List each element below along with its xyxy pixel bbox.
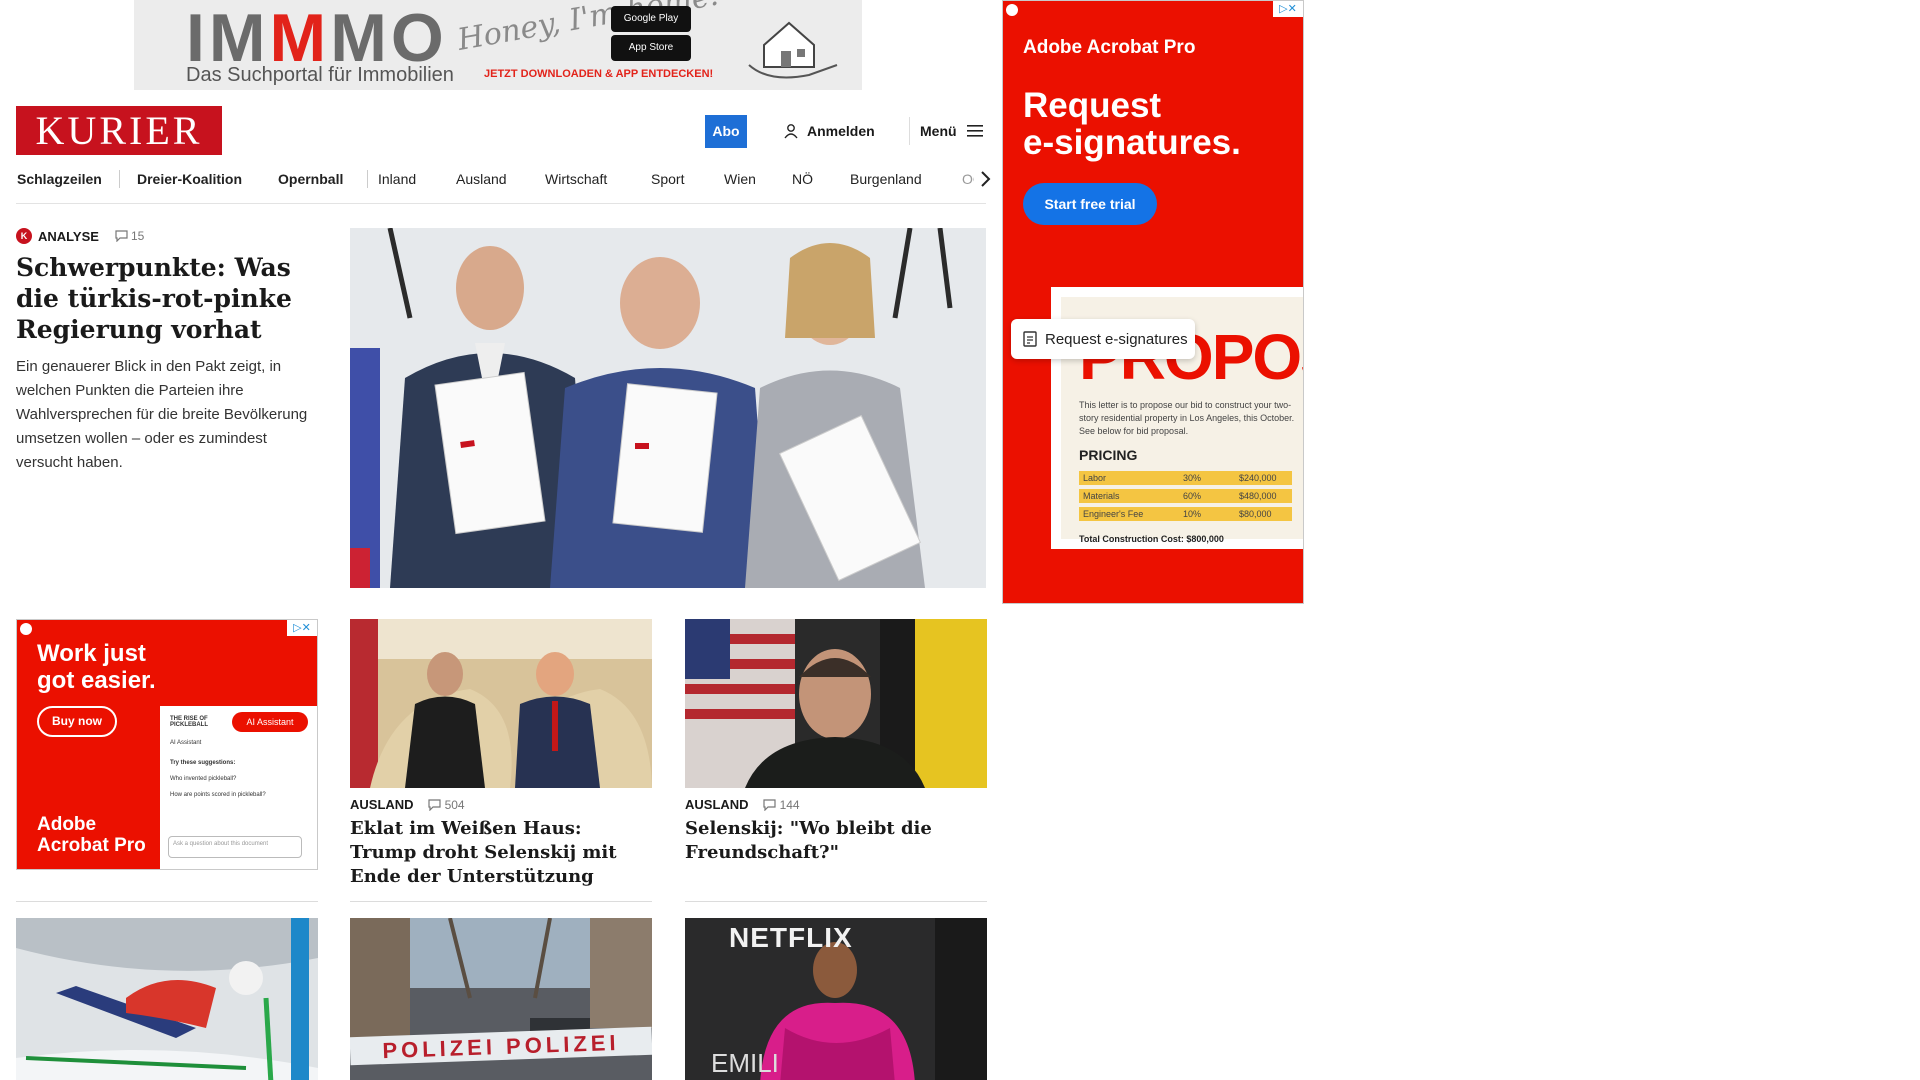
house-in-hand-icon xyxy=(748,21,838,79)
ad-info-icon[interactable] xyxy=(20,623,32,635)
lead-teaser: Ein genauerer Blick in den Pakt zeigt, i… xyxy=(16,358,308,471)
comment-icon xyxy=(427,798,441,811)
document-sign-icon xyxy=(1023,331,1037,347)
immmo-banner-ad[interactable]: IMMMO Das Suchportal für Immobilien Hone… xyxy=(134,0,862,90)
lead-kicker-label: ANALYSE xyxy=(38,228,99,244)
menu-button[interactable]: Menü xyxy=(920,120,983,142)
comment-count-value: 504 xyxy=(444,797,465,812)
article-photo-oval-office xyxy=(350,619,652,788)
comment-count[interactable]: 144 xyxy=(762,797,800,812)
netflix-logo-text: NETFLIX xyxy=(729,922,853,953)
article-kicker: AUSLAND xyxy=(350,797,414,812)
adchoices-close-icon[interactable]: ▷✕ xyxy=(287,620,317,636)
kurier-logo[interactable]: KURIER xyxy=(16,106,222,155)
user-icon xyxy=(784,124,798,139)
adchoices-close-icon[interactable]: ▷✕ xyxy=(1273,1,1303,17)
article-card-trump-selenskij[interactable]: AUSLAND 504 Eklat im Weißen Haus: Trump … xyxy=(350,619,652,889)
app-store-badge[interactable]: App Store xyxy=(611,35,691,61)
lead-photo-signing[interactable] xyxy=(350,228,986,588)
adobe-acrobat-brand: Adobe Acrobat Pro xyxy=(1023,37,1196,58)
ad-right-headline: Request e-signatures. xyxy=(1023,86,1241,162)
request-esignatures-chip: Request e-signatures xyxy=(1011,319,1195,359)
menu-label: Menü xyxy=(920,123,957,139)
nav-item-opernball[interactable]: Opernball xyxy=(278,168,343,190)
article-headline[interactable]: Selenskij: "Wo bleibt die Freundschaft?" xyxy=(685,817,987,865)
pricing-heading: PRICING xyxy=(1079,447,1138,463)
ai-assistant-panel: THE RISE OF PICKLEBALL AI Assistant AI A… xyxy=(160,706,317,869)
login-button[interactable]: Anmelden xyxy=(783,120,875,142)
nav-item-burgenland[interactable]: Burgenland xyxy=(850,168,922,190)
nav-item-dreier-koalition[interactable]: Dreier-Koalition xyxy=(137,168,242,190)
nav-item-inland[interactable]: Inland xyxy=(378,168,416,190)
nav-item-schlagzeilen[interactable]: Schlagzeilen xyxy=(17,168,102,190)
ad-info-icon[interactable] xyxy=(1006,4,1018,16)
lead-kicker: K ANALYSE 15 xyxy=(16,228,316,244)
article-photo-police-tape[interactable]: POLIZEI POLIZEI xyxy=(350,918,652,1080)
nav-item-noe[interactable]: NÖ xyxy=(792,168,813,190)
header-divider xyxy=(909,117,910,145)
comment-count-value: 15 xyxy=(130,229,145,243)
nav-item-sport[interactable]: Sport xyxy=(651,168,684,190)
comment-count[interactable]: 15 xyxy=(115,229,144,243)
abo-button[interactable]: Abo xyxy=(705,115,747,148)
proposal-paragraph: This letter is to propose our bid to con… xyxy=(1079,400,1295,436)
article-card-selenskij[interactable]: AUSLAND 144 Selenskij: "Wo bleibt die Fr… xyxy=(685,619,987,865)
start-free-trial-button[interactable]: Start free trial xyxy=(1023,183,1157,225)
nav-item-wirtschaft[interactable]: Wirtschaft xyxy=(545,168,607,190)
pricing-row: Engineer's Fee 10% $80,000 xyxy=(1079,507,1292,521)
row-divider xyxy=(350,901,652,902)
backdrop-text: EMILI xyxy=(711,1048,779,1078)
ad-small-headline: Work just got easier. xyxy=(37,640,156,694)
nav-item-wien[interactable]: Wien xyxy=(724,168,756,190)
nav-item-ooe[interactable]: OÖ xyxy=(962,168,974,190)
row-divider xyxy=(16,901,318,902)
comment-count-value: 144 xyxy=(779,797,800,812)
article-meta: AUSLAND 504 xyxy=(350,797,652,812)
article-photo-ski-racer[interactable] xyxy=(16,918,318,1080)
adobe-acrobat-ad-skyscraper[interactable]: ▷✕ Adobe Acrobat Pro Request e-signatures… xyxy=(1002,0,1304,604)
lead-headline[interactable]: Schwerpunkte: Was die türkis-rot-pinke R… xyxy=(16,252,316,345)
login-label: Anmelden xyxy=(807,123,875,139)
ai-assistant-pill: AI Assistant xyxy=(232,712,308,732)
article-meta: AUSLAND 144 xyxy=(685,797,987,812)
comment-icon xyxy=(762,798,776,811)
article-photo-selenskij xyxy=(685,619,987,788)
pricing-row: Materials 60% $480,000 xyxy=(1079,489,1292,503)
article-headline[interactable]: Eklat im Weißen Haus: Trump droht Selens… xyxy=(350,817,652,889)
immmo-tagline: Das Suchportal für Immobilien xyxy=(186,64,454,86)
article-photo-netflix-premiere[interactable]: NETFLIX EMILI xyxy=(685,918,987,1080)
hamburger-icon xyxy=(966,125,983,137)
lead-photo-illustration xyxy=(350,228,986,588)
nav-separator xyxy=(119,170,120,188)
google-play-badge[interactable]: Google Play xyxy=(611,6,691,32)
adobe-acrobat-ad-small[interactable]: ▷✕ Work just got easier. Buy now Adobe Acr… xyxy=(16,619,318,870)
esig-label: Request e-signatures xyxy=(1045,330,1188,348)
comment-icon xyxy=(115,230,128,242)
lead-story[interactable]: K ANALYSE 15 Schwerpunkte: Was die türki… xyxy=(16,228,316,475)
section-nav: Schlagzeilen Dreier-Koalition Opernball … xyxy=(16,168,991,204)
pricing-total: Total Construction Cost: $800,000 xyxy=(1079,534,1224,544)
adobe-acrobat-brand: Adobe Acrobat Pro xyxy=(37,814,146,856)
nav-item-ausland[interactable]: Ausland xyxy=(456,168,507,190)
nav-separator xyxy=(367,170,368,188)
article-kicker: AUSLAND xyxy=(685,797,749,812)
chevron-right-icon[interactable] xyxy=(974,168,996,190)
comment-count[interactable]: 504 xyxy=(427,797,465,812)
kurier-k-badge-icon: K xyxy=(16,228,32,244)
row-divider xyxy=(685,901,987,902)
immmo-cta: JETZT DOWNLOADEN & APP ENTDECKEN! xyxy=(484,68,714,80)
pricing-row: Labor 30% $240,000 xyxy=(1079,471,1292,485)
buy-now-button[interactable]: Buy now xyxy=(37,706,117,737)
